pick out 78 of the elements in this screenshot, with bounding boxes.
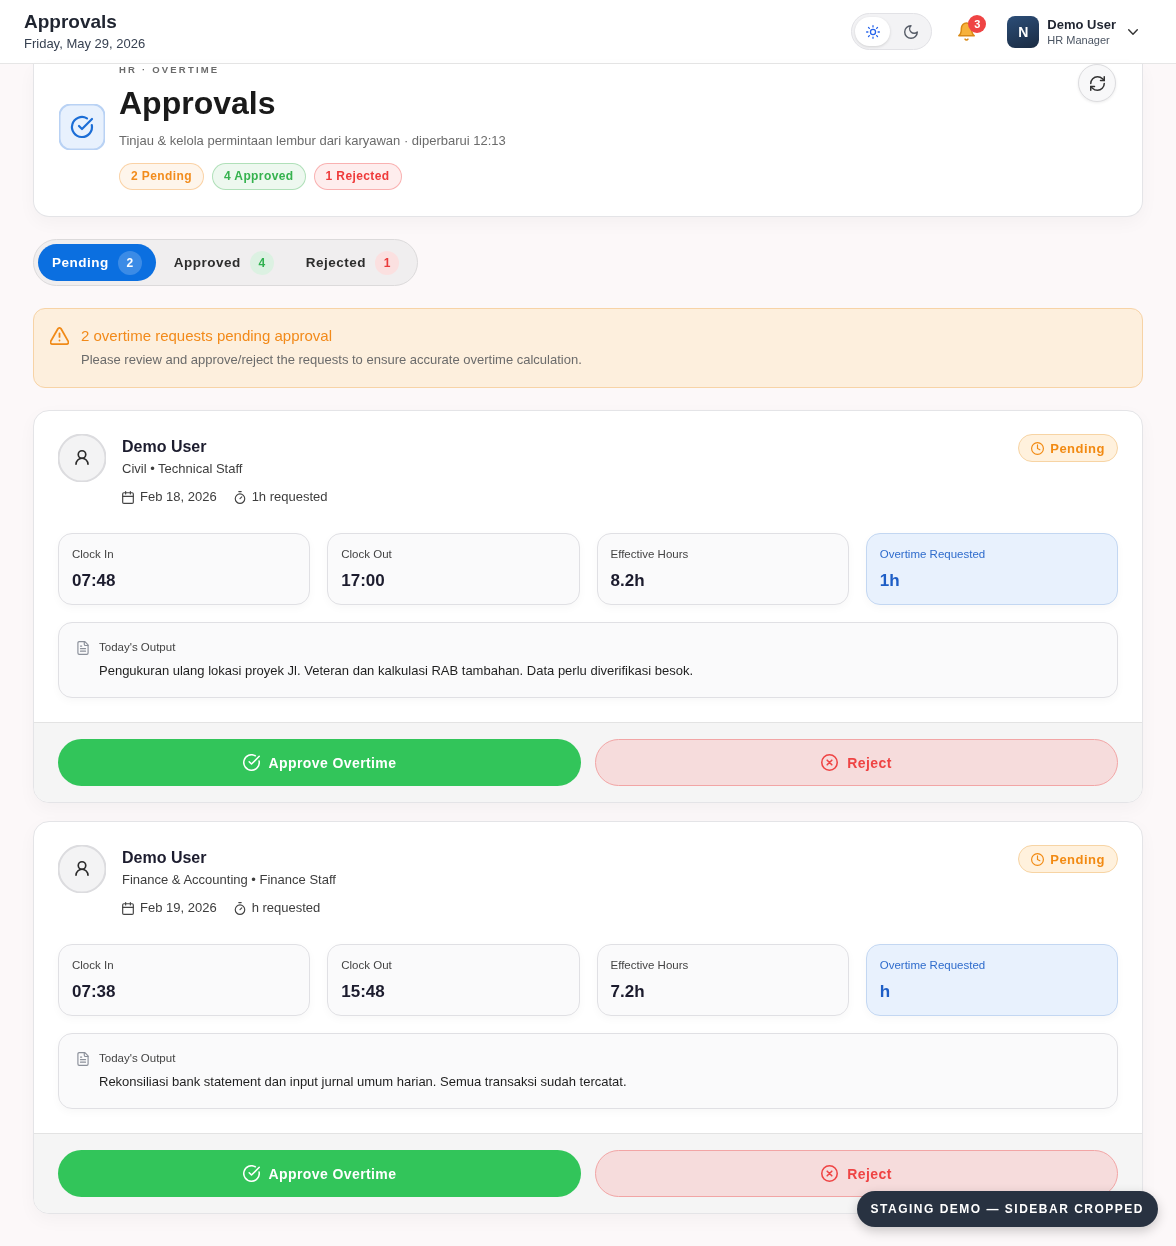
current-date: Friday, May 29, 2026 <box>24 35 146 53</box>
refresh-icon <box>1089 75 1105 91</box>
output-text: Rekonsiliasi bank statement dan input jurnal umum harian. Semua transaksi sudah tercatat. <box>99 1073 628 1091</box>
close-circle-icon <box>821 754 839 771</box>
stat-label: Effective Hours <box>610 958 690 973</box>
summary-badge: 2 Pending <box>119 163 204 190</box>
output-label: Today's Output <box>99 640 177 655</box>
stat-value: 1h <box>879 570 901 592</box>
document-icon <box>77 641 89 655</box>
user-name: Demo User <box>1047 16 1116 33</box>
reject-button[interactable]: Reject <box>595 1150 1118 1197</box>
stat-label: Overtime Requested <box>879 958 987 973</box>
tab-count: 1 <box>375 250 400 275</box>
check-circle-icon <box>242 1165 260 1182</box>
status-text: Pending <box>1050 851 1105 867</box>
stat-label: Clock In <box>72 547 115 562</box>
alert-title: 2 overtime requests pending approval <box>81 326 333 346</box>
summary-badge: 4 Approved <box>211 163 306 190</box>
tab-count: 2 <box>117 250 142 275</box>
summary-badge: 1 Rejected <box>313 163 402 190</box>
stat-label: Effective Hours <box>610 547 690 562</box>
environment-badge: STAGING DEMO — SIDEBAR CROPPED <box>856 1191 1158 1227</box>
stat-value: 7.2h <box>610 981 646 1003</box>
page-heading: Approvals <box>119 84 277 122</box>
calendar-icon <box>122 901 134 915</box>
avatar-icon <box>58 845 106 893</box>
requested-hours: 1h requested <box>251 488 328 506</box>
timer-icon <box>233 901 246 915</box>
user-avatar[interactable]: N <box>1007 15 1040 48</box>
alert-message: Please review and approve/reject the requests to ensure accurate overtime calculation. <box>81 351 582 369</box>
close-circle-icon <box>821 1165 839 1182</box>
tab[interactable]: Approved 4 <box>159 244 288 281</box>
stat-label: Overtime Requested <box>879 547 987 562</box>
request-date: Feb 18, 2026 <box>140 488 217 506</box>
document-icon <box>77 1052 89 1066</box>
stat-value: 17:00 <box>341 570 386 592</box>
tab[interactable]: Pending 2 <box>38 244 156 281</box>
status-text: Pending <box>1050 440 1105 456</box>
page-title: Approvals <box>24 10 118 34</box>
stat-label: Clock Out <box>341 547 393 562</box>
page-subtitle: Tinjau & kelola permintaan lembur dari karyawan · diperbarui 12:13 <box>119 132 507 150</box>
reject-button[interactable]: Reject <box>595 739 1118 786</box>
avatar-icon <box>58 434 106 482</box>
light-mode-button[interactable] <box>855 17 891 46</box>
tab-count: 4 <box>249 250 274 275</box>
notification-badge: 3 <box>968 14 987 33</box>
approve-button[interactable]: Approve Overtime <box>58 739 581 786</box>
output-text: Pengukuran ulang lokasi proyek Jl. Veteran dan kalkulasi RAB tambahan. Data perlu diverifikasi besok. <box>99 662 694 680</box>
employee-department: Civil • Technical Staff <box>122 460 244 478</box>
approve-button[interactable]: Approve Overtime <box>58 1150 581 1197</box>
notifications-button[interactable]: 3 <box>958 14 987 41</box>
check-circle-icon <box>242 754 260 771</box>
section-eyebrow: HR · OVERTIME <box>119 64 221 76</box>
stat-value: 07:48 <box>72 570 117 592</box>
employee-department: Finance & Accounting • Finance Staff <box>122 871 336 889</box>
sun-icon <box>865 24 880 39</box>
clock-icon <box>1031 441 1045 455</box>
moon-icon <box>903 24 918 39</box>
requested-hours: h requested <box>251 899 321 917</box>
tab[interactable]: Rejected 1 <box>291 244 414 281</box>
stat-value: 07:38 <box>72 981 117 1003</box>
employee-name: Demo User <box>122 437 208 457</box>
user-role: HR Manager <box>1047 32 1111 47</box>
chevron-down-icon[interactable] <box>1128 28 1138 35</box>
employee-name: Demo User <box>122 848 208 868</box>
calendar-icon <box>122 490 134 504</box>
stat-label: Clock In <box>72 958 115 973</box>
stat-value: h <box>879 981 892 1003</box>
timer-icon <box>233 490 246 504</box>
bell-icon <box>958 21 976 41</box>
clock-icon <box>1031 852 1045 866</box>
refresh-button[interactable] <box>1078 64 1116 102</box>
stat-value: 15:48 <box>341 981 386 1003</box>
stat-value: 8.2h <box>610 570 646 592</box>
stat-label: Clock Out <box>341 958 393 973</box>
warning-icon <box>50 327 69 345</box>
output-label: Today's Output <box>99 1051 177 1066</box>
request-date: Feb 19, 2026 <box>140 899 217 917</box>
